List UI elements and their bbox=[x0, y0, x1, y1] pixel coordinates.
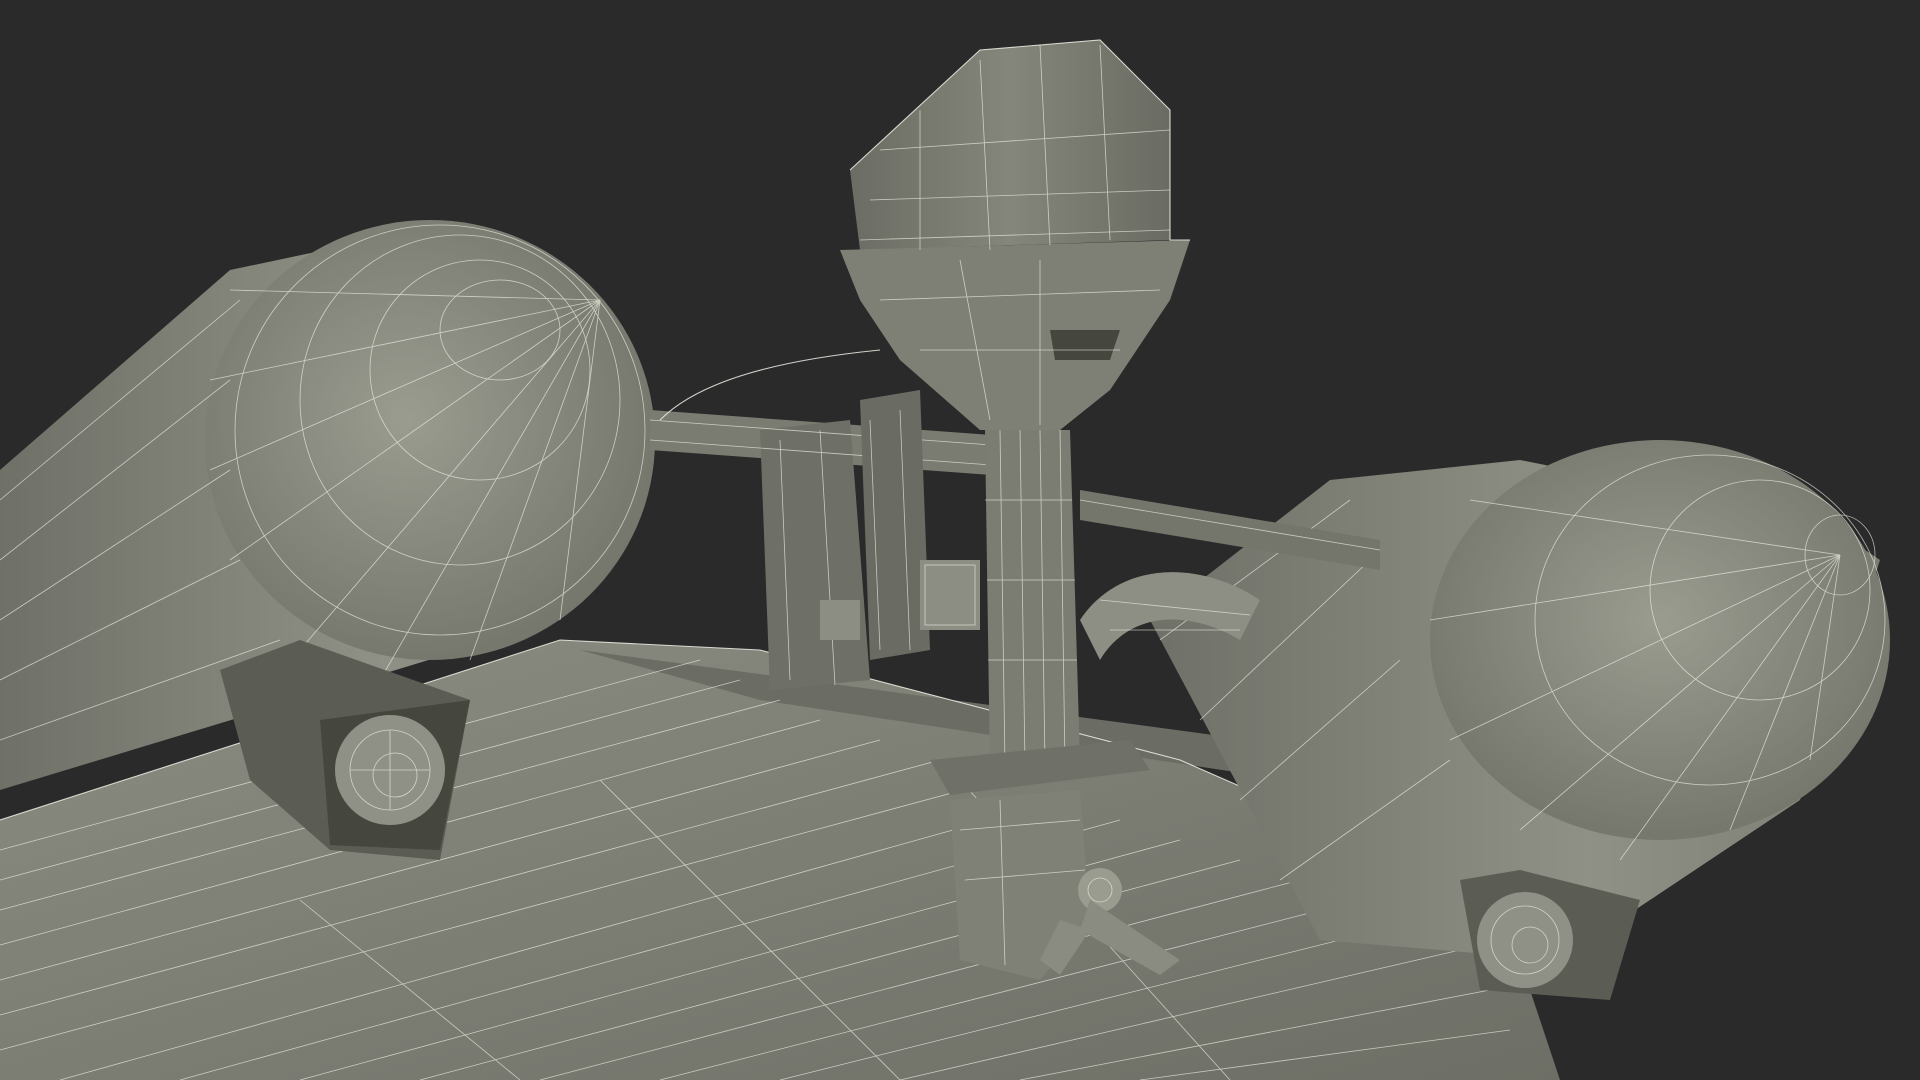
render-viewport bbox=[0, 0, 1920, 1080]
wireframe-model bbox=[0, 39, 1890, 1080]
